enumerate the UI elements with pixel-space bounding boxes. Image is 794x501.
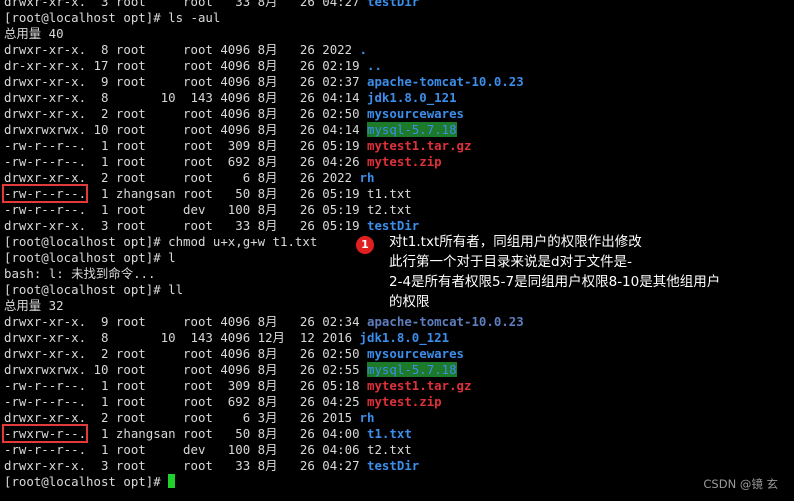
file-name: mysql-5.7.18 — [367, 122, 457, 137]
terminal-line: drwxrwxrwx. 10 root root 4096 8月 26 02:5… — [4, 362, 794, 378]
terminal-text: -rw-r--r--. 1 root root 692 8月 26 04:25 — [4, 394, 368, 409]
terminal-text: drwxr-xr-x. 3 root root 33 8月 26 04:27 — [4, 0, 368, 9]
annotation-line: 的权限 — [389, 294, 430, 310]
file-name: mytest.zip — [367, 394, 442, 409]
annotation-line: 此行第一个对于目录来说是d对于文件是- — [389, 254, 632, 270]
terminal-line: dr-xr-xr-x. 17 root root 4096 8月 26 02:1… — [4, 58, 794, 74]
terminal-line: drwxr-xr-x. 2 root root 4096 8月 26 02:50… — [4, 106, 794, 122]
terminal-text: drwxr-xr-x. 9 root root 4096 8月 26 02:34 — [4, 314, 368, 329]
terminal-text: -rw-r--r--. 1 root root 692 8月 26 04:26 — [4, 154, 368, 169]
file-name: mytest1.tar.gz — [367, 378, 472, 393]
terminal-line: 总用量 40 — [4, 26, 794, 42]
file-name: testDir — [367, 458, 420, 473]
annotation-number-badge: 1 — [356, 236, 374, 254]
terminal-line: -rwxrw-r--. 1 zhangsan root 50 8月 26 04:… — [1, 424, 794, 443]
terminal-text: drwxr-xr-x. 9 root root 4096 8月 26 02:37 — [4, 74, 368, 89]
terminal-text: [root@localhost opt]# ll — [4, 282, 184, 297]
terminal-line: drwxr-xr-x. 3 root root 33 8月 26 04:27 t… — [4, 458, 794, 474]
file-name: jdk1.8.0_121 — [367, 90, 457, 105]
terminal-text: 1 zhangsan root 50 8月 26 05:19 t1.txt — [86, 186, 412, 201]
terminal-line: [root@localhost opt]# ls -aul — [4, 10, 794, 26]
terminal-text: [root@localhost opt]# chmod u+x,g+w t1.t… — [4, 234, 318, 249]
file-name: apache-tomcat-10.0.23 — [367, 74, 524, 89]
terminal-text: [root@localhost opt]# — [4, 474, 169, 489]
terminal-line: -rw-r--r--. 1 root root 309 8月 26 05:19 … — [4, 138, 794, 154]
highlighted-permissions: -rwxrw-r--. — [1, 424, 89, 443]
terminal-line: [root@localhost opt]# — [4, 474, 794, 490]
terminal-text: drwxr-xr-x. 8 10 143 4096 8月 26 04:14 — [4, 90, 368, 105]
terminal-line: drwxr-xr-x. 8 10 143 4096 12月 12 2016 jd… — [4, 330, 794, 346]
terminal-text: 总用量 32 — [4, 298, 64, 313]
terminal-text: drwxrwxrwx. 10 root root 4096 8月 26 04:1… — [4, 122, 368, 137]
file-name: mysourcewares — [367, 106, 464, 121]
terminal-line: drwxr-xr-x. 9 root root 4096 8月 26 02:37… — [4, 74, 794, 90]
terminal-text: dr-xr-xr-x. 17 root root 4096 8月 26 02:1… — [4, 58, 368, 73]
terminal-text: drwxr-xr-x. 3 root root 33 8月 26 04:27 — [4, 458, 368, 473]
file-name: t1.txt — [367, 426, 412, 441]
terminal-text: -rw-r--r--. 1 root dev 100 8月 26 05:19 t… — [4, 202, 412, 217]
terminal-line: drwxr-xr-x. 2 root root 6 3月 26 2015 rh — [4, 410, 794, 426]
annotation-callout: 1 对t1.txt所有者，同组用户的权限作出修改 此行第一个对于目录来说是d对于… — [356, 232, 792, 322]
annotation-line: 对t1.txt所有者，同组用户的权限作出修改 — [389, 234, 642, 250]
terminal-line: drwxr-xr-x. 2 root root 4096 8月 26 02:50… — [4, 346, 794, 362]
terminal-line: -rw-r--r--. 1 zhangsan root 50 8月 26 05:… — [1, 184, 794, 203]
terminal-text: drwxr-xr-x. 8 root root 4096 8月 26 2022 — [4, 42, 360, 57]
terminal-text: 1 zhangsan root 50 8月 26 04:00 — [86, 426, 368, 441]
file-name: mysourcewares — [367, 346, 464, 361]
highlighted-permissions: -rw-r--r--. — [1, 184, 89, 203]
terminal-cursor — [168, 474, 176, 488]
terminal-line: -rw-r--r--. 1 root dev 100 8月 26 04:06 t… — [4, 442, 794, 458]
file-name: rh — [359, 170, 375, 185]
terminal-line: drwxrwxrwx. 10 root root 4096 8月 26 04:1… — [4, 122, 794, 138]
terminal-text: -rw-r--r--. 1 root root 309 8月 26 05:18 — [4, 378, 368, 393]
terminal-text: -rw-r--r--. 1 root dev 100 8月 26 04:06 t… — [4, 442, 412, 457]
file-name: rh — [359, 410, 375, 425]
file-name: mytest.zip — [367, 154, 442, 169]
terminal-text: [root@localhost opt]# l — [4, 250, 176, 265]
terminal-text: drwxr-xr-x. 2 root root 4096 8月 26 02:50 — [4, 346, 368, 361]
file-name: . — [359, 42, 368, 57]
terminal-text: 总用量 40 — [4, 26, 64, 41]
terminal-text: bash: l: 未找到命令... — [4, 266, 156, 281]
terminal-text: drwxr-xr-x. 8 10 143 4096 12月 12 2016 — [4, 330, 360, 345]
terminal-line: -rw-r--r--. 1 root root 692 8月 26 04:25 … — [4, 394, 794, 410]
terminal-text: drwxr-xr-x. 2 root root 4096 8月 26 02:50 — [4, 106, 368, 121]
file-name: mytest1.tar.gz — [367, 138, 472, 153]
file-name: testDir — [367, 0, 420, 9]
terminal-line: drwxr-xr-x. 8 10 143 4096 8月 26 04:14 jd… — [4, 90, 794, 106]
terminal-text: -rw-r--r--. 1 root root 309 8月 26 05:19 — [4, 138, 368, 153]
terminal-line: -rw-r--r--. 1 root root 309 8月 26 05:18 … — [4, 378, 794, 394]
terminal-line: -rw-r--r--. 1 root dev 100 8月 26 05:19 t… — [4, 202, 794, 218]
file-name: jdk1.8.0_121 — [359, 330, 450, 345]
terminal-line: drwxr-xr-x. 8 root root 4096 8月 26 2022 … — [4, 42, 794, 58]
terminal-line: drwxr-xr-x. 3 root root 33 8月 26 04:27 t… — [4, 0, 794, 10]
file-name: mysql-5.7.18 — [367, 362, 457, 377]
terminal-text: drwxr-xr-x. 3 root root 33 8月 26 05:19 — [4, 218, 368, 233]
terminal-text: drwxr-xr-x. 2 root root 6 8月 26 2022 — [4, 170, 360, 185]
terminal-line: drwxr-xr-x. 2 root root 6 8月 26 2022 rh — [4, 170, 794, 186]
terminal-text: drwxr-xr-x. 2 root root 6 3月 26 2015 — [4, 410, 360, 425]
terminal-line: -rw-r--r--. 1 root root 692 8月 26 04:26 … — [4, 154, 794, 170]
annotation-note: 对t1.txt所有者，同组用户的权限作出修改 此行第一个对于目录来说是d对于文件… — [389, 232, 789, 312]
file-name: .. — [367, 58, 382, 73]
terminal-text: drwxrwxrwx. 10 root root 4096 8月 26 02:5… — [4, 362, 368, 377]
watermark: CSDN @镜 玄 — [703, 477, 778, 491]
annotation-line: 2-4是所有者权限5-7是同组用户权限8-10是其他组用户 — [389, 274, 721, 290]
terminal-text: [root@localhost opt]# ls -aul — [4, 10, 221, 25]
file-name: testDir — [367, 218, 420, 233]
